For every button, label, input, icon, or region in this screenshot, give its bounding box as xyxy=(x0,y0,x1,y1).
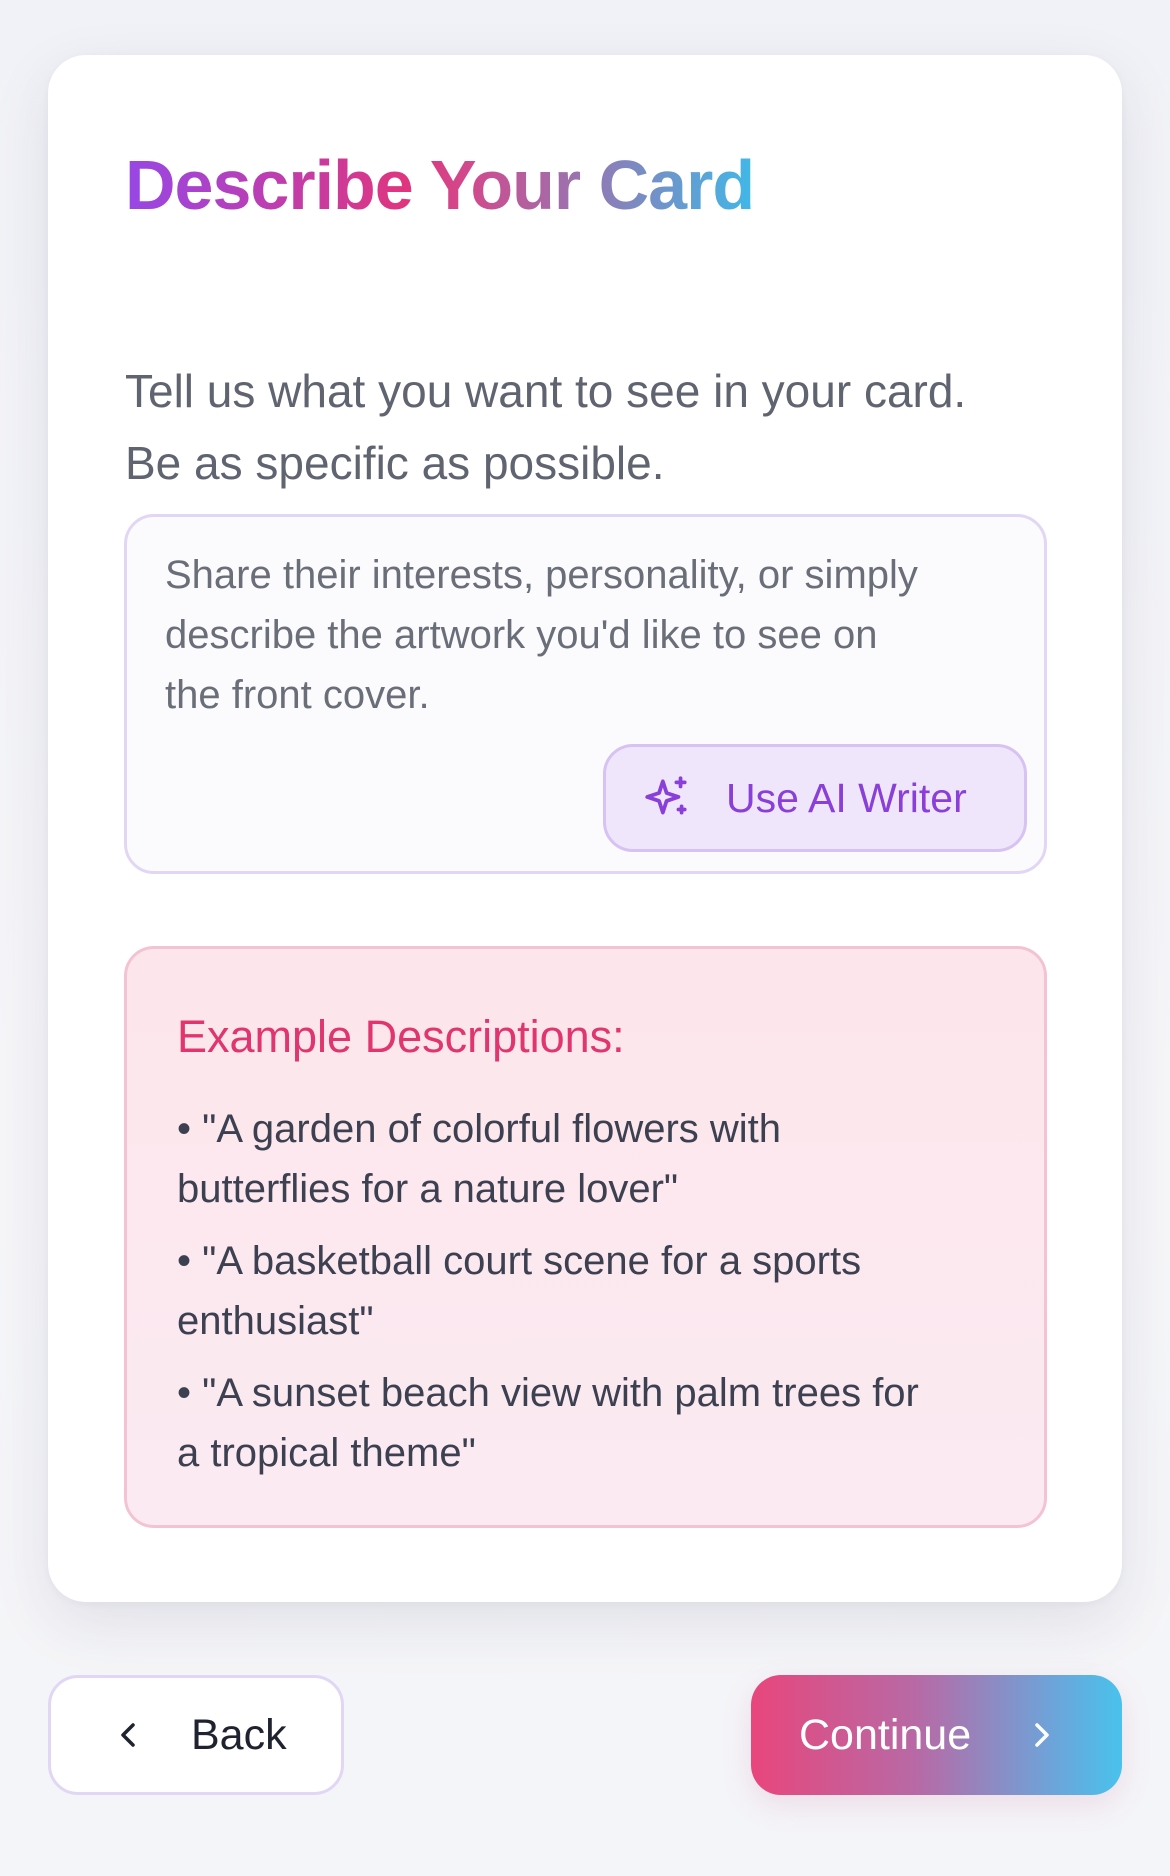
back-button[interactable]: Back xyxy=(48,1675,344,1795)
sparkles-icon xyxy=(645,776,687,815)
example-item: • "A garden of colorful flowers with but… xyxy=(177,1099,1017,1219)
use-ai-writer-label: Use AI Writer xyxy=(726,774,967,821)
instructions-text: Tell us what you want to see in your car… xyxy=(125,355,1045,499)
example-line: butterflies for a nature lover" xyxy=(177,1167,679,1211)
example-line: • "A sunset beach view with palm trees f… xyxy=(177,1371,919,1415)
placeholder-line: describe the artwork you'd like to see o… xyxy=(165,613,878,657)
describe-card-panel: Describe Your Card Tell us what you want… xyxy=(48,55,1122,1602)
instructions-line: Be as specific as possible. xyxy=(125,437,665,489)
use-ai-writer-button[interactable]: Use AI Writer xyxy=(603,744,1027,852)
example-line: enthusiast" xyxy=(177,1299,374,1343)
placeholder-line: Share their interests, personality, or s… xyxy=(165,553,918,597)
examples-list: • "A garden of colorful flowers with but… xyxy=(177,1099,1017,1495)
example-descriptions-box: Example Descriptions: • "A garden of col… xyxy=(124,946,1047,1528)
example-item: • "A sunset beach view with palm trees f… xyxy=(177,1363,1017,1483)
example-line: a tropical theme" xyxy=(177,1431,476,1475)
examples-heading: Example Descriptions: xyxy=(177,1011,625,1062)
back-label: Back xyxy=(191,1710,287,1759)
placeholder-line: the front cover. xyxy=(165,673,430,717)
example-line: • "A basketball court scene for a sports xyxy=(177,1239,862,1283)
continue-button[interactable]: Continue xyxy=(751,1675,1122,1795)
example-line: • "A garden of colorful flowers with xyxy=(177,1107,782,1151)
chevron-right-icon xyxy=(1035,1723,1049,1747)
instructions-line: Tell us what you want to see in your car… xyxy=(125,365,967,417)
description-input[interactable]: Share their interests, personality, or s… xyxy=(124,514,1047,874)
page: Describe Your Card Tell us what you want… xyxy=(0,0,1170,1876)
continue-label: Continue xyxy=(799,1710,972,1759)
page-title: Describe Your Card xyxy=(125,135,755,235)
example-item: • "A basketball court scene for a sports… xyxy=(177,1231,1017,1351)
description-placeholder: Share their interests, personality, or s… xyxy=(165,545,1025,725)
chevron-left-icon xyxy=(121,1723,135,1747)
